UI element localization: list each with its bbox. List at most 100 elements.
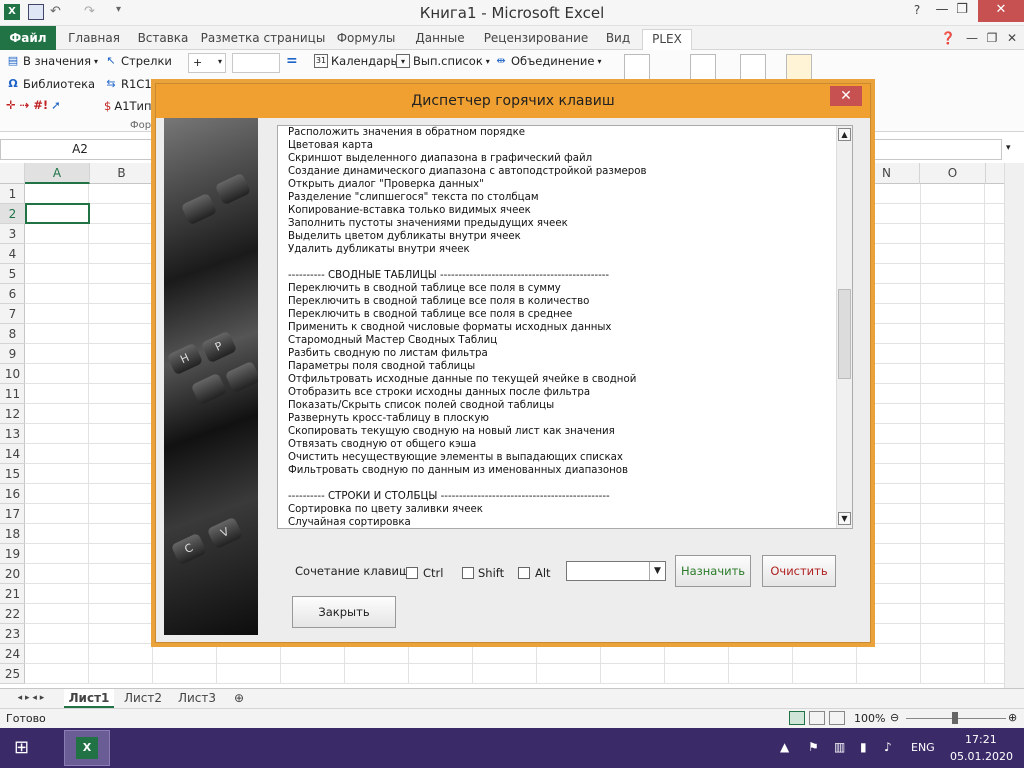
restore-workbook-icon[interactable]: ❐ <box>984 29 1000 50</box>
minimize-workbook-icon[interactable]: — <box>964 29 980 50</box>
document-icon[interactable] <box>740 54 766 80</box>
vertical-scrollbar[interactable] <box>1004 163 1024 688</box>
list-section-header[interactable]: ---------- СТРОКИ И СТОЛБЦЫ ------------… <box>288 490 828 503</box>
operand-input[interactable] <box>232 53 280 73</box>
list-item[interactable]: Параметры поля сводной таблицы <box>288 360 828 373</box>
column-header-a[interactable]: A <box>25 163 90 184</box>
sheet-tab-2[interactable]: Лист2 <box>118 689 168 708</box>
row-header[interactable]: 11 <box>0 384 25 404</box>
restore-button[interactable]: ❐ <box>945 0 979 22</box>
close-workbook-icon[interactable]: ✕ <box>1004 29 1020 50</box>
list-item[interactable]: Применить к сводной числовые форматы исх… <box>288 321 828 334</box>
list-item[interactable]: Отфильтровать исходные данные по текущей… <box>288 373 828 386</box>
list-item[interactable]: Развернуть кросс-таблицу в плоскую <box>288 412 828 425</box>
list-item[interactable]: Разделение "слипшегося" текста по столбц… <box>288 191 828 204</box>
row-header[interactable]: 19 <box>0 544 25 564</box>
help-icon[interactable]: ❓ <box>940 29 956 50</box>
windows-start-icon[interactable]: ⊞ <box>14 738 36 758</box>
macro-listbox[interactable]: Расположить значения в обратном порядке … <box>277 125 853 529</box>
assign-button[interactable]: Назначить <box>675 555 751 587</box>
apply-equals-button[interactable]: = <box>286 53 298 69</box>
tab-page-layout[interactable]: Разметка страницы <box>200 29 326 50</box>
shift-checkbox[interactable] <box>462 567 474 579</box>
select-all-corner[interactable] <box>0 163 25 184</box>
row-header[interactable]: 17 <box>0 504 25 524</box>
row-header[interactable]: 7 <box>0 304 25 324</box>
dialog-close-button[interactable]: ✕ <box>830 86 862 106</box>
list-item[interactable]: Открыть диалог "Проверка данных" <box>288 178 828 191</box>
list-item[interactable]: Заполнить пустоты значениями предыдущих … <box>288 217 828 230</box>
row-header[interactable]: 25 <box>0 664 25 684</box>
volume-icon[interactable]: ♪ <box>884 740 892 754</box>
tab-formulas[interactable]: Формулы <box>332 29 400 50</box>
list-item[interactable]: Переключить в сводной таблице все поля в… <box>288 308 828 321</box>
zoom-in-icon[interactable]: ⊕ <box>1008 711 1017 724</box>
list-item[interactable]: Удалить дубликаты внутри ячеек <box>288 243 828 256</box>
tab-home[interactable]: Главная <box>62 29 126 50</box>
normal-view-icon[interactable] <box>789 711 805 725</box>
list-item[interactable]: Отобразить все строки исходны данных пос… <box>288 386 828 399</box>
tab-insert[interactable]: Вставка <box>132 29 194 50</box>
row-header[interactable]: 24 <box>0 644 25 664</box>
row-header[interactable]: 21 <box>0 584 25 604</box>
arrows-button[interactable]: ↖ Стрелки <box>104 54 171 68</box>
row-header[interactable]: 14 <box>0 444 25 464</box>
row-header[interactable]: 13 <box>0 424 25 444</box>
list-item[interactable]: Создание динамического диапазона с автоп… <box>288 165 828 178</box>
row-header[interactable]: 15 <box>0 464 25 484</box>
close-button[interactable]: ✕ <box>978 0 1024 22</box>
list-item[interactable]: Выделить цветом дубликаты внутри ячеек <box>288 230 828 243</box>
page-break-view-icon[interactable] <box>829 711 845 725</box>
column-header-o[interactable]: O <box>920 163 986 184</box>
list-item[interactable]: Показать/Скрыть список полей сводной таб… <box>288 399 828 412</box>
active-cell[interactable] <box>25 203 90 224</box>
row-header[interactable]: 20 <box>0 564 25 584</box>
list-section-header[interactable]: ---------- СВОДНЫЕ ТАБЛИЦЫ -------------… <box>288 269 828 282</box>
name-box[interactable]: A2 <box>0 139 160 160</box>
row-header[interactable]: 4 <box>0 244 25 264</box>
list-item[interactable] <box>288 256 828 269</box>
new-sheet-icon[interactable]: ⊕ <box>228 689 250 708</box>
clear-button[interactable]: Очистить <box>762 555 836 587</box>
list-item[interactable]: Разбить сводную по листам фильтра <box>288 347 828 360</box>
tray-expand-icon[interactable]: ▲ <box>780 740 789 754</box>
row-header[interactable]: 23 <box>0 624 25 644</box>
row-header[interactable]: 22 <box>0 604 25 624</box>
sheet-nav-arrows[interactable]: ◂ ▸ ◂ ▸ <box>4 689 58 708</box>
key-select[interactable]: ▼ <box>566 561 666 581</box>
dropdown-list-button[interactable]: ▾ Вып.список ▾ <box>396 54 490 68</box>
list-item[interactable]: Старомодный Мастер Сводных Таблиц <box>288 334 828 347</box>
page-layout-view-icon[interactable] <box>809 711 825 725</box>
list-item[interactable] <box>288 477 828 490</box>
zoom-out-icon[interactable]: ⊖ <box>890 711 899 724</box>
clock-time[interactable]: 17:21 <box>965 733 997 746</box>
alt-checkbox[interactable] <box>518 567 530 579</box>
list-item[interactable]: Случайная сортировка <box>288 516 828 528</box>
list-item[interactable]: Фильтровать сводную по данным из именова… <box>288 464 828 477</box>
list-item[interactable]: Копирование-вставка только видимых ячеек <box>288 204 828 217</box>
close-dialog-button[interactable]: Закрыть <box>292 596 396 628</box>
battery-icon[interactable]: ▮ <box>860 740 867 754</box>
sheet-icon[interactable] <box>690 54 716 80</box>
list-item[interactable]: Сортировка по цвету заливки ячеек <box>288 503 828 516</box>
row-header[interactable]: 6 <box>0 284 25 304</box>
library-button[interactable]: Ω Библиотека <box>6 77 95 91</box>
in-values-button[interactable]: ▤ В значения ▾ <box>6 54 98 68</box>
operator-combo[interactable]: + ▾ <box>188 53 226 73</box>
tab-file[interactable]: Файл <box>0 26 56 50</box>
scroll-up-icon[interactable]: ▲ <box>838 128 851 141</box>
network-icon[interactable]: ▥ <box>834 740 845 754</box>
row-header[interactable]: 2 <box>0 204 25 224</box>
row-header[interactable]: 9 <box>0 344 25 364</box>
row-header[interactable]: 5 <box>0 264 25 284</box>
flag-icon[interactable]: ⚑ <box>808 740 819 754</box>
calendar-button[interactable]: 31 Календарь <box>314 54 397 68</box>
tab-view[interactable]: Вид <box>598 29 638 50</box>
list-item[interactable]: Скопировать текущую сводную на новый лис… <box>288 425 828 438</box>
list-item[interactable]: Скриншот выделенного диапазона в графиче… <box>288 152 828 165</box>
sheet-tab-1[interactable]: Лист1 <box>64 689 114 708</box>
tab-review[interactable]: Рецензирование <box>480 29 592 50</box>
row-header[interactable]: 8 <box>0 324 25 344</box>
scroll-down-icon[interactable]: ▼ <box>838 512 851 525</box>
formula-tools-icons[interactable]: ✛ ⇢ #! ➚ <box>6 98 61 112</box>
